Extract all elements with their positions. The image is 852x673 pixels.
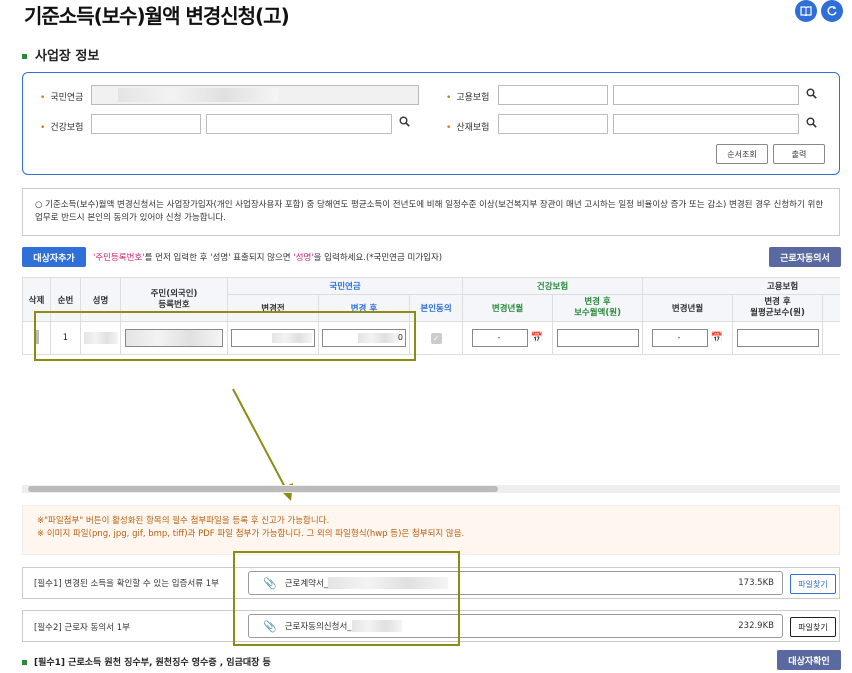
col-health: 건강보험: [462, 277, 644, 295]
hint-text-1: 를 먼저 입력한 후 '성명' 표출되지 않으면: [144, 253, 294, 263]
health-date-field[interactable]: -: [471, 329, 528, 347]
health-calendar-icon[interactable]: 📅: [531, 333, 543, 344]
col-emp-ym: 변경년월: [642, 294, 734, 322]
page-title: 기준소득(보수)월액 변경신청(고): [24, 4, 290, 28]
health-after-field[interactable]: [556, 329, 639, 347]
accident-search-icon[interactable]: [806, 117, 817, 131]
row-emp-date-cell: - 📅: [642, 321, 734, 355]
col-pension: 국민연금: [226, 277, 464, 295]
lookup-button[interactable]: 순서조회: [716, 144, 768, 164]
warning-line-2: ※ 이미지 파일(png, jpg, gif, bmp, tiff)과 PDF …: [37, 529, 465, 539]
redacted-area: [118, 88, 278, 102]
hint-name: '성명': [293, 253, 314, 263]
highlight-box-files: [233, 551, 460, 646]
footer-text: [필수1] 근로소득 원천 징수부, 원천징수 영수증 , 임금대장 등: [34, 658, 271, 668]
row-emp-extra-cell: 5: [822, 321, 840, 355]
footer-note: [필수1] 근로소득 원천 징수부, 원천징수 영수증 , 임금대장 등: [22, 655, 271, 668]
notice-box: ○ 기준소득(보수)월액 변경신청서는 사업장가입자(개인 사업장사용자 포함)…: [22, 188, 840, 236]
confirm-target-button[interactable]: 대상자확인: [777, 650, 841, 670]
bullet-icon: [22, 54, 27, 59]
label-accident: 산재보험: [446, 120, 489, 133]
file-size-2: 232.9KB: [738, 621, 774, 631]
scrollbar-thumb[interactable]: [28, 486, 498, 492]
add-target-button[interactable]: 대상자추가: [22, 247, 86, 267]
col-emp-after: 변경 후 월평균보수(원): [732, 294, 824, 322]
health-search-icon[interactable]: [399, 116, 410, 130]
label-health: 건강보험: [40, 120, 83, 133]
col-emp-extra: [822, 294, 840, 322]
accident-number-field-2[interactable]: [613, 114, 799, 134]
file-find-button-2[interactable]: 파일찾기: [790, 617, 836, 637]
file-find-button-1[interactable]: 파일찾기: [790, 574, 836, 594]
health-number-field-1[interactable]: [91, 114, 201, 134]
col-health-after: 변경 후 보수월액(원): [552, 294, 644, 322]
file-size-1: 173.5KB: [738, 578, 774, 588]
col-consent: 본인동의: [408, 294, 464, 322]
employment-search-icon[interactable]: [806, 88, 817, 102]
worker-consent-button[interactable]: 근로자동의서: [769, 247, 841, 267]
highlight-box-table: [34, 311, 416, 361]
entry-hint: '주민등록번호'를 먼저 입력한 후 '성명' 표출되지 않으면 '성명'을 입…: [93, 251, 442, 263]
emp-after-field[interactable]: [736, 329, 819, 347]
refresh-icon[interactable]: [821, 0, 843, 22]
label-pension: 국민연금: [40, 90, 83, 103]
file-label-2: [필수2] 근로자 동의서 1부: [34, 623, 130, 633]
employment-number-field-1[interactable]: [498, 85, 608, 105]
employment-number-field-2[interactable]: [613, 85, 799, 105]
row-consent-cell: ✓: [408, 321, 464, 355]
attachment-warning: ※"파일첨부" 버튼이 활성화된 항목의 필수 첨부파일을 등록 후 신고가 가…: [22, 505, 840, 555]
section-title-workplace: 사업장 정보: [22, 45, 99, 64]
warning-line-1: ※"파일첨부" 버튼이 활성화된 항목의 필수 첨부파일을 등록 후 신고가 가…: [37, 516, 330, 526]
book-icon[interactable]: [795, 0, 817, 22]
row-health-date-cell: - 📅: [462, 321, 554, 355]
emp-date-field[interactable]: -: [651, 329, 708, 347]
bullet-icon: [22, 660, 27, 665]
row-emp-after-cell: [732, 321, 824, 355]
col-health-ym: 변경년월: [462, 294, 554, 322]
health-number-field-2[interactable]: [206, 114, 392, 134]
accident-number-field-1[interactable]: [498, 114, 608, 134]
hint-rrn: '주민등록번호': [93, 253, 145, 263]
hint-text-2: 을 입력하세요.(*국민연금 미가입자): [313, 253, 443, 263]
row-health-after-cell: [552, 321, 644, 355]
section-title-text: 사업장 정보: [35, 49, 100, 64]
label-employment: 고용보험: [446, 90, 489, 103]
consent-checkbox[interactable]: ✓: [430, 332, 442, 344]
print-button[interactable]: 출력: [773, 144, 825, 164]
file-label-1: [필수1] 변경된 소득을 확인할 수 있는 입증서류 1부: [34, 579, 219, 589]
pension-number-field: [91, 85, 419, 105]
emp-calendar-icon[interactable]: 📅: [711, 333, 723, 344]
col-employment: 고용보험: [642, 277, 840, 295]
